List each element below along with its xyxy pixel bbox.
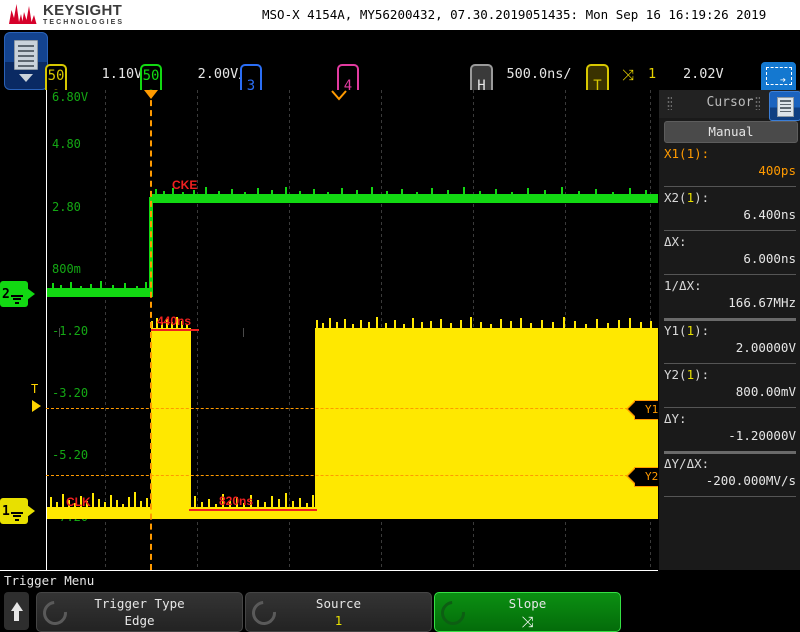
arrow-up-stem xyxy=(14,611,19,621)
divider xyxy=(664,407,796,408)
cursor-row-x2-value: 6.400ns xyxy=(743,207,796,222)
horizontal-scale: 500.0ns/ xyxy=(506,66,572,82)
measurement-bar-440ns xyxy=(151,329,199,331)
cursor-row-x1-value: 400ps xyxy=(758,163,796,178)
cursor-y2-line[interactable] xyxy=(46,475,658,476)
cursor-row-y1-label: Y1(1): xyxy=(664,323,710,338)
instrument-info: MSO-X 4154A, MY56200432, 07.30.201905143… xyxy=(262,7,767,22)
chevron-down-icon xyxy=(19,74,33,82)
toolbar: 50 Ω 1.10V/ 3.39650V 50 Ω 2.00V/ -1.2000… xyxy=(0,30,800,118)
document-icon xyxy=(777,97,794,117)
brand-subtitle: TECHNOLOGIES xyxy=(43,18,125,26)
divider xyxy=(664,451,796,454)
cursor-row-delta-x-value: 6.000ns xyxy=(743,251,796,266)
arrow-up-icon xyxy=(11,602,23,611)
menu-up-button[interactable] xyxy=(4,592,29,630)
softkey-source[interactable]: Source 1 xyxy=(245,592,432,632)
cursor-row-inv-delta-x-value: 166.67MHz xyxy=(728,295,796,310)
cursor-sidebar: Cursor Manual X1(1): 400ps X2(1): 6.400n… xyxy=(658,90,800,570)
measurement-label-820ns: 820ns xyxy=(219,494,254,508)
softkey-trigger-type-label: Trigger Type xyxy=(94,596,185,611)
divider xyxy=(664,496,796,497)
bottom-menu-title: Trigger Menu xyxy=(4,573,95,588)
divider xyxy=(664,318,796,321)
channel-2-waveform xyxy=(47,187,658,297)
ground-symbol-icon xyxy=(11,293,23,305)
sidebar-menu-button[interactable] xyxy=(769,91,800,121)
keysight-wave-icon xyxy=(9,4,37,24)
signal-label-cke: CKE xyxy=(172,178,198,192)
channel-2-ground-number: 2 xyxy=(2,286,10,302)
trigger-level-arrow[interactable] xyxy=(32,400,41,412)
softkey-slope-label: Slope xyxy=(508,596,547,611)
cursor-y1-line[interactable] xyxy=(46,408,658,409)
app-header: KEYSIGHT TECHNOLOGIES MSO-X 4154A, MY562… xyxy=(0,0,800,30)
channel-2-ground-marker[interactable]: 2 xyxy=(0,281,35,307)
cursor-row-slope-label: ΔY/ΔX: xyxy=(664,456,710,471)
cursor-row-y2-label: Y2(1): xyxy=(664,367,710,382)
signal-label-clk: CLK xyxy=(66,495,91,509)
cursor-row-delta-y-value: -1.20000V xyxy=(728,428,796,443)
cursor-y2-flag[interactable]: Y2 xyxy=(625,467,658,487)
channel-2-impedance: 50 xyxy=(142,68,160,84)
divider xyxy=(664,186,796,187)
divider xyxy=(664,230,796,231)
cursor-row-y1-value: 2.00000V xyxy=(735,340,796,355)
ground-symbol-icon xyxy=(11,510,23,522)
main-menu-button[interactable] xyxy=(4,32,48,90)
divider xyxy=(664,274,796,275)
cursor-row-delta-x-label: ΔX: xyxy=(664,234,687,249)
trigger-level-marker[interactable]: T xyxy=(31,382,38,396)
document-icon xyxy=(14,40,38,70)
softkey-source-value: 1 xyxy=(334,613,343,628)
bottom-menu-bar: Trigger Menu Trigger Type Edge Source 1 … xyxy=(0,571,800,632)
divider xyxy=(664,363,796,364)
marquee-select-icon: ➔ xyxy=(761,62,796,90)
sidebar-header: Cursor xyxy=(659,90,800,121)
softkey-slope-value: ⤨ xyxy=(521,613,534,631)
channel-1-ground-number: 1 xyxy=(2,503,10,519)
softkey-trigger-type[interactable]: Trigger Type Edge xyxy=(36,592,243,632)
trigger-level[interactable]: 2.02V xyxy=(683,66,724,82)
cursor-row-slope-value: -200.000MV/s xyxy=(705,473,796,488)
cursor-x1-handle[interactable] xyxy=(144,90,158,99)
waveform-display[interactable]: 6.80V 4.80 2.80 800m -1.20 -3.20 -5.20 -… xyxy=(0,90,658,571)
channel-1-scale: 1.10V/ xyxy=(101,66,151,82)
cursor-row-delta-y-label: ΔY: xyxy=(664,411,687,426)
channel-1-ground-marker[interactable]: 1 xyxy=(0,498,35,524)
keysight-logo: KEYSIGHT TECHNOLOGIES xyxy=(8,2,124,26)
cursor-row-x2-label: X2(1): xyxy=(664,190,710,205)
cursor-arrow-icon: ➔ xyxy=(780,75,787,86)
trigger-slope-icon: ⤨ xyxy=(622,66,635,84)
measurement-bar-820ns xyxy=(189,509,317,511)
cursor-row-inv-delta-x-label: 1/ΔX: xyxy=(664,278,702,293)
trigger-source[interactable]: 1 xyxy=(648,66,656,82)
cursor-mode-button[interactable]: Manual xyxy=(664,121,798,143)
measurement-label-440ns: 440ns xyxy=(157,314,192,328)
cursor-x2-handle[interactable] xyxy=(331,90,347,101)
cursor-row-x1-label: X1(1): xyxy=(664,146,710,161)
oscilloscope-screen: KEYSIGHT TECHNOLOGIES MSO-X 4154A, MY562… xyxy=(0,0,800,632)
drag-handle-right[interactable] xyxy=(755,96,760,110)
softkey-source-label: Source xyxy=(315,596,362,611)
cursor-row-y2-value: 800.00mV xyxy=(735,384,796,399)
softkey-slope[interactable]: Slope ⤨ xyxy=(434,592,621,632)
softkey-trigger-type-value: Edge xyxy=(124,613,155,628)
brand-name: KEYSIGHT xyxy=(43,1,123,19)
channel-1-impedance: 50 xyxy=(47,68,65,84)
cursor-y1-flag[interactable]: Y1 xyxy=(625,400,658,420)
